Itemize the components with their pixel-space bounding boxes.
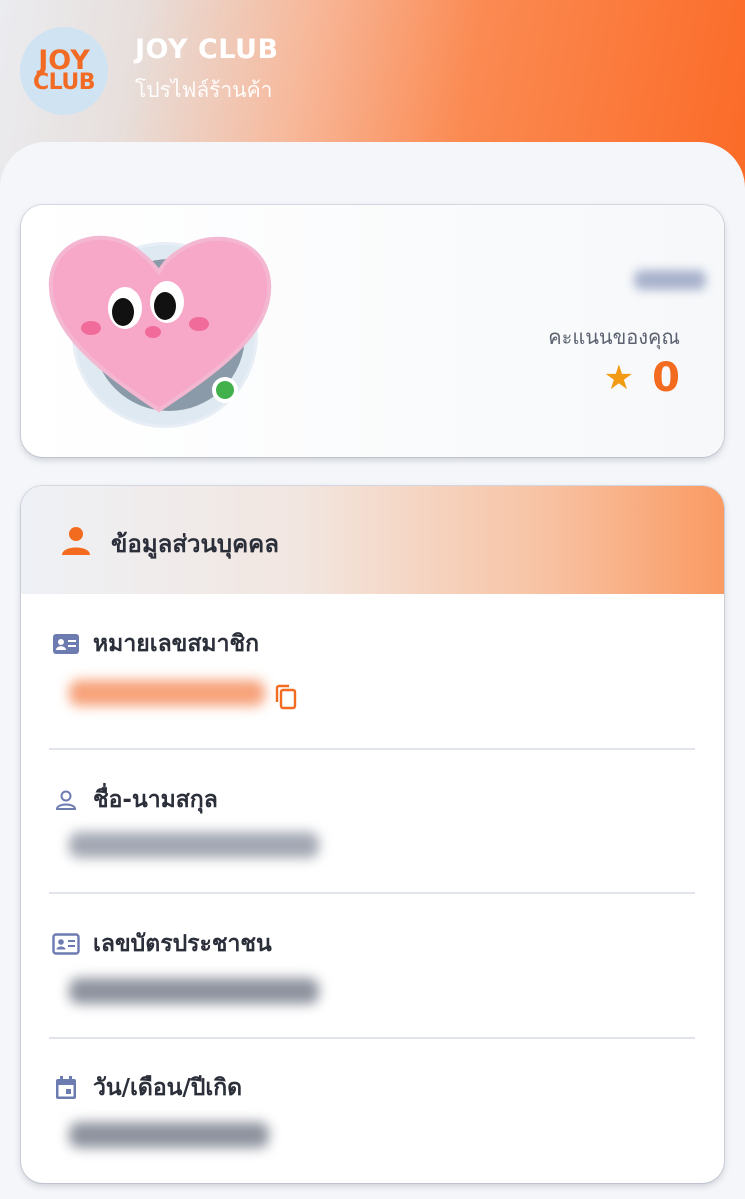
personal-info-card: ข้อมูลส่วนบุคคล หมายเลขสมาชิก ชื่อ-นามสก… (21, 486, 724, 1183)
avatar[interactable] (48, 235, 272, 425)
id-card-icon (51, 632, 81, 656)
points-value: 0 (652, 355, 680, 401)
full-name-value-redacted (69, 832, 319, 858)
logo-line2: CLUB (32, 70, 96, 96)
member-number-field: หมายเลขสมาชิก (51, 626, 696, 662)
divider (49, 892, 695, 894)
points-label: คะแนนของคุณ (548, 325, 680, 349)
birth-date-field: วัน/เดือน/ปีเกิด (51, 1070, 696, 1106)
birth-date-value-redacted (69, 1122, 269, 1148)
person-icon (62, 527, 90, 555)
divider (49, 1037, 695, 1039)
personal-info-title: ข้อมูลส่วนบุคคล (111, 530, 279, 558)
member-number-value-redacted (69, 680, 265, 706)
person-outline-icon (51, 788, 81, 812)
full-name-label: ชื่อ-นามสกุล (93, 787, 218, 813)
online-status-dot (212, 377, 238, 403)
points-display: ★ 0 (604, 355, 680, 401)
calendar-icon (51, 1076, 81, 1100)
page-subtitle: โปรไฟล์ร้านค้า (135, 78, 273, 102)
copy-icon[interactable] (275, 684, 297, 710)
national-id-value-redacted (69, 978, 319, 1004)
national-id-field: เลขบัตรประชาชน (51, 926, 696, 962)
star-icon: ★ (603, 358, 635, 398)
divider (49, 748, 695, 750)
birth-date-label: วัน/เดือน/ปีเกิด (93, 1075, 243, 1101)
member-number-label: หมายเลขสมาชิก (93, 631, 260, 657)
full-name-field: ชื่อ-นามสกุล (51, 782, 696, 818)
id-card-icon (51, 932, 81, 956)
personal-info-header: ข้อมูลส่วนบุคคล (21, 486, 724, 594)
member-name-redacted (634, 270, 706, 290)
heart-avatar-image (48, 235, 272, 413)
national-id-label: เลขบัตรประชาชน (93, 931, 272, 957)
joy-club-logo[interactable]: JOY CLUB (20, 27, 108, 115)
profile-card: คะแนนของคุณ ★ 0 (21, 205, 724, 457)
app-title: JOY CLUB (135, 34, 279, 65)
